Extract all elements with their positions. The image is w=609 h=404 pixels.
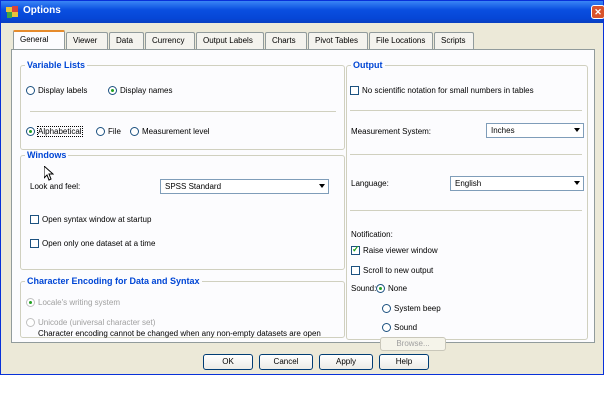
output-legend: Output (353, 60, 383, 70)
locale-radio (26, 298, 35, 308)
ok-button[interactable]: OK (203, 354, 253, 370)
encoding-legend: Character Encoding for Data and Syntax (27, 276, 200, 286)
measurement-level-option[interactable]: Measurement level (130, 127, 210, 137)
measurement-system-label: Measurement System: (351, 127, 432, 136)
measurement-system-select[interactable]: Inches (486, 123, 584, 138)
mouse-pointer-icon (44, 166, 54, 181)
raise-viewer-option[interactable]: Raise viewer window (351, 244, 438, 256)
sound-none-radio[interactable] (376, 284, 385, 294)
tab-data[interactable]: Data (109, 32, 144, 49)
unicode-radio (26, 318, 35, 328)
output-group: Output (346, 60, 588, 340)
encoding-note: Character encoding cannot be changed whe… (38, 329, 321, 338)
windows-group: Windows (20, 150, 345, 270)
open-syntax-checkbox[interactable] (30, 215, 39, 225)
sound-none-option[interactable]: None (376, 284, 407, 294)
chevron-down-icon (319, 184, 325, 188)
variable-lists-legend: Variable Lists (27, 60, 86, 70)
sound-file-option[interactable]: Sound (382, 323, 417, 333)
file-option[interactable]: File (96, 127, 121, 137)
file-radio[interactable] (96, 127, 105, 137)
help-button[interactable]: Help (379, 354, 429, 370)
tab-output-labels[interactable]: Output Labels (196, 32, 264, 49)
open-one-dataset-option[interactable]: Open only one dataset at a time (30, 239, 155, 249)
locale-option: Locale's writing system (26, 298, 120, 308)
no-scientific-option[interactable]: No scientific notation for small numbers… (350, 86, 534, 96)
measurement-level-radio[interactable] (130, 127, 139, 137)
options-dialog: Options ✕ General Viewer Data Currency O… (0, 0, 605, 375)
cancel-button[interactable]: Cancel (259, 354, 313, 370)
sound-system-beep-radio[interactable] (382, 304, 391, 314)
window-title: Options (23, 5, 61, 16)
chevron-down-icon (574, 128, 580, 132)
tab-file-locations[interactable]: File Locations (369, 32, 433, 49)
open-one-dataset-checkbox[interactable] (30, 239, 39, 249)
windows-legend: Windows (27, 150, 67, 160)
display-labels-option[interactable]: Display labels (26, 86, 87, 96)
tab-pivot-tables[interactable]: Pivot Tables (308, 32, 368, 49)
display-names-radio[interactable] (108, 86, 117, 96)
tab-viewer[interactable]: Viewer (66, 32, 108, 49)
display-names-option[interactable]: Display names (108, 86, 172, 96)
tab-scripts[interactable]: Scripts (434, 32, 474, 49)
raise-viewer-checkbox[interactable] (351, 244, 360, 256)
language-label: Language: (351, 179, 389, 188)
title-bar[interactable]: Options ✕ (1, 1, 605, 23)
tab-general[interactable]: General (13, 30, 65, 49)
alphabetical-option[interactable]: Alphabetical (26, 126, 83, 138)
sound-file-radio[interactable] (382, 323, 391, 333)
variable-lists-group: Variable Lists (20, 60, 345, 150)
variable-lists-divider (30, 111, 336, 112)
unicode-option: Unicode (universal character set) (26, 318, 155, 328)
scroll-output-checkbox[interactable] (351, 266, 360, 276)
open-syntax-option[interactable]: Open syntax window at startup (30, 215, 151, 225)
notification-label: Notification: (351, 230, 393, 239)
tab-charts[interactable]: Charts (265, 32, 307, 49)
output-divider-3 (350, 210, 582, 211)
output-divider-1 (350, 110, 582, 111)
spss-options-icon (6, 6, 18, 18)
browse-button: Browse... (380, 337, 446, 351)
scroll-output-option[interactable]: Scroll to new output (351, 266, 433, 276)
look-and-feel-label: Look and feel: (30, 182, 81, 191)
general-tab-panel: Variable Lists Display labels Display na… (11, 49, 595, 351)
sound-label: Sound: (351, 284, 377, 293)
look-and-feel-select[interactable]: SPSS Standard (160, 179, 329, 194)
sound-system-beep-option[interactable]: System beep (382, 304, 441, 314)
alphabetical-radio[interactable] (26, 127, 35, 137)
tab-currency[interactable]: Currency (145, 32, 195, 49)
close-icon[interactable]: ✕ (591, 5, 605, 19)
display-labels-radio[interactable] (26, 86, 35, 96)
chevron-down-icon (574, 181, 580, 185)
no-scientific-checkbox[interactable] (350, 86, 359, 96)
output-divider-2 (350, 154, 582, 155)
apply-button[interactable]: Apply (319, 354, 373, 370)
language-select[interactable]: English (450, 176, 584, 191)
